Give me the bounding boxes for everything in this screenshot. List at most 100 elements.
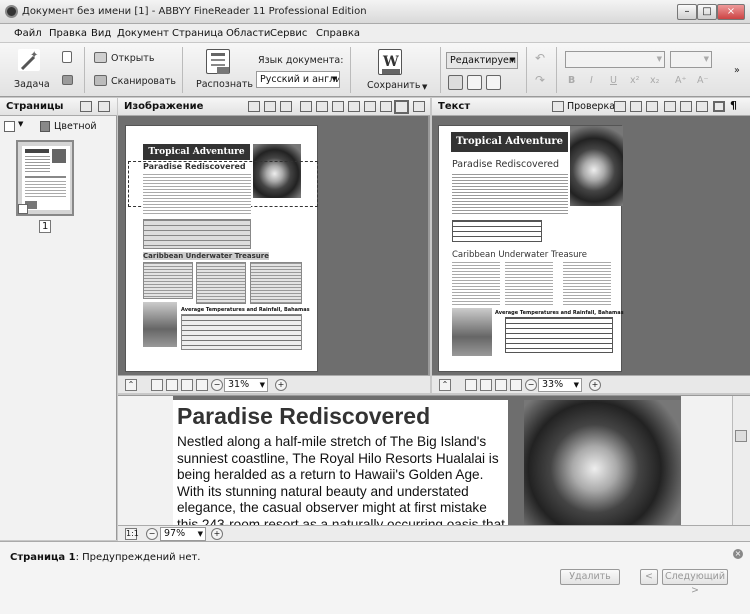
zoom-text-area[interactable]: Paradise Rediscovered Nestled along a ha… [173, 400, 508, 525]
undo-icon[interactable]: ↶ [535, 51, 545, 65]
image-tool-icon[interactable] [364, 101, 376, 112]
task-label[interactable]: Задача [14, 79, 50, 90]
text-tool-icon[interactable] [630, 101, 642, 112]
zoom-in-icon[interactable]: + [589, 379, 601, 391]
page-thumbnail[interactable] [16, 140, 74, 216]
menu-document[interactable]: Документ [117, 28, 169, 39]
image-tool-icon[interactable] [280, 101, 292, 112]
open-folder-icon[interactable] [94, 52, 107, 63]
image-tool-icon[interactable] [248, 101, 260, 112]
edit-mode-select[interactable]: Редактируемі ▼ [446, 52, 518, 69]
italic-icon[interactable]: I [590, 75, 593, 86]
fit-width-icon[interactable] [480, 379, 492, 391]
save-dropdown-icon[interactable]: ▼ [422, 83, 427, 91]
image-tool-icon[interactable] [413, 101, 425, 112]
previous-button[interactable]: < [640, 569, 658, 585]
save-word-icon[interactable]: W [378, 49, 402, 75]
font-name-select[interactable]: ▼ [565, 51, 665, 68]
font-size-select[interactable]: ▼ [670, 51, 712, 68]
bold-icon[interactable]: B [568, 75, 575, 86]
image-tool-icon[interactable] [348, 101, 360, 112]
select-area-icon[interactable] [394, 100, 409, 114]
zoom-in-icon[interactable]: + [275, 379, 287, 391]
image-text-block[interactable] [143, 262, 193, 299]
scan-button[interactable]: Сканировать [111, 76, 176, 87]
menu-page[interactable]: Страница [172, 28, 223, 39]
color-mode-icon[interactable] [40, 121, 50, 132]
menu-help[interactable]: Справка [316, 28, 360, 39]
image-text-block[interactable] [196, 262, 246, 304]
new-doc-icon[interactable] [62, 51, 72, 63]
fit-height-icon[interactable] [181, 379, 193, 391]
open-button[interactable]: Открыть [111, 53, 154, 64]
fit-page-icon[interactable] [465, 379, 477, 391]
next-button[interactable]: Следующий > [662, 569, 728, 596]
check-button[interactable]: Проверка [567, 101, 615, 112]
zoom-panel-select[interactable]: 97% ▼ [160, 527, 206, 541]
pages-view-icon[interactable] [80, 101, 92, 112]
collapse-panel-icon[interactable]: ⌃ [125, 379, 137, 391]
menu-tools[interactable]: Сервис [270, 28, 307, 39]
image-table[interactable] [143, 219, 251, 249]
scrollbar-thumb[interactable] [735, 430, 747, 442]
layout-option-3-icon[interactable] [486, 75, 501, 90]
text-page[interactable]: Tropical Adventure Paradise Rediscovered… [438, 125, 624, 372]
zoom-out-icon[interactable]: − [525, 379, 537, 391]
picture-area-icon[interactable] [316, 101, 328, 112]
pages-view-icon[interactable] [98, 101, 110, 112]
text-tool-icon[interactable] [696, 101, 708, 112]
text-area-icon[interactable] [300, 101, 312, 112]
layout-option-2-icon[interactable] [467, 75, 482, 90]
menu-areas[interactable]: Области [226, 28, 270, 39]
ribbon-overflow-icon[interactable]: » [734, 65, 740, 76]
redo-icon[interactable]: ↷ [535, 73, 545, 87]
save-button[interactable]: Сохранить [367, 80, 420, 91]
doc-lang-select[interactable]: Русский и англи ▼ [256, 71, 340, 88]
image-page[interactable]: Tropical Adventure Paradise Rediscovered… [125, 125, 318, 372]
image-zoom-select[interactable]: 31% ▼ [224, 378, 268, 392]
decrease-font-icon[interactable]: A⁻ [697, 75, 709, 86]
text-zoom-select[interactable]: 33% ▼ [538, 378, 582, 392]
fit-height-icon[interactable] [495, 379, 507, 391]
fit-width-icon[interactable] [166, 379, 178, 391]
actual-size-icon[interactable] [510, 379, 522, 391]
color-mode-label[interactable]: Цветной [54, 121, 97, 132]
copy-icon[interactable] [62, 75, 73, 85]
zoom-in-icon[interactable]: + [211, 528, 223, 540]
pilcrow-icon[interactable]: ¶ [730, 100, 742, 112]
image-tool-icon[interactable] [264, 101, 276, 112]
menu-view[interactable]: Вид [91, 28, 111, 39]
select-page-checkbox[interactable] [4, 121, 15, 132]
minimize-button[interactable]: – [677, 4, 697, 20]
superscript-icon[interactable]: x² [630, 75, 639, 86]
collapse-panel-icon[interactable]: ⌃ [439, 379, 451, 391]
increase-font-icon[interactable]: A⁺ [675, 75, 687, 86]
menu-file[interactable]: Файл [14, 28, 42, 39]
image-weather-table[interactable] [181, 314, 302, 350]
close-button[interactable]: × [717, 4, 745, 20]
spell-check-icon[interactable] [552, 101, 564, 112]
subscript-icon[interactable]: x₂ [650, 75, 659, 86]
recognize-icon[interactable] [206, 49, 230, 74]
table-area-icon[interactable] [332, 101, 344, 112]
task-wand-icon[interactable]: ✦ [18, 49, 40, 71]
maximize-button[interactable]: □ [697, 4, 717, 20]
text-tool-icon[interactable] [680, 101, 692, 112]
text-tool-icon[interactable] [614, 101, 626, 112]
formatting-toggle-icon[interactable] [713, 101, 725, 112]
scanner-icon[interactable] [94, 75, 107, 86]
image-tool-icon[interactable] [380, 101, 392, 112]
image-text-block[interactable] [250, 262, 302, 304]
actual-size-icon[interactable]: 1:1 [125, 528, 139, 540]
delete-button[interactable]: Удалить [560, 569, 620, 585]
text-tool-icon[interactable] [646, 101, 658, 112]
chevron-down-icon[interactable]: ▼ [18, 120, 23, 128]
close-panel-icon[interactable]: × [733, 549, 743, 559]
underline-icon[interactable]: U [610, 75, 617, 86]
text-tool-icon[interactable] [664, 101, 676, 112]
actual-size-icon[interactable] [196, 379, 208, 391]
zoom-out-icon[interactable]: − [211, 379, 223, 391]
zoom-out-icon[interactable]: − [146, 528, 158, 540]
layout-option-1-icon[interactable] [448, 75, 463, 90]
recognize-button[interactable]: Распознать [196, 79, 253, 90]
